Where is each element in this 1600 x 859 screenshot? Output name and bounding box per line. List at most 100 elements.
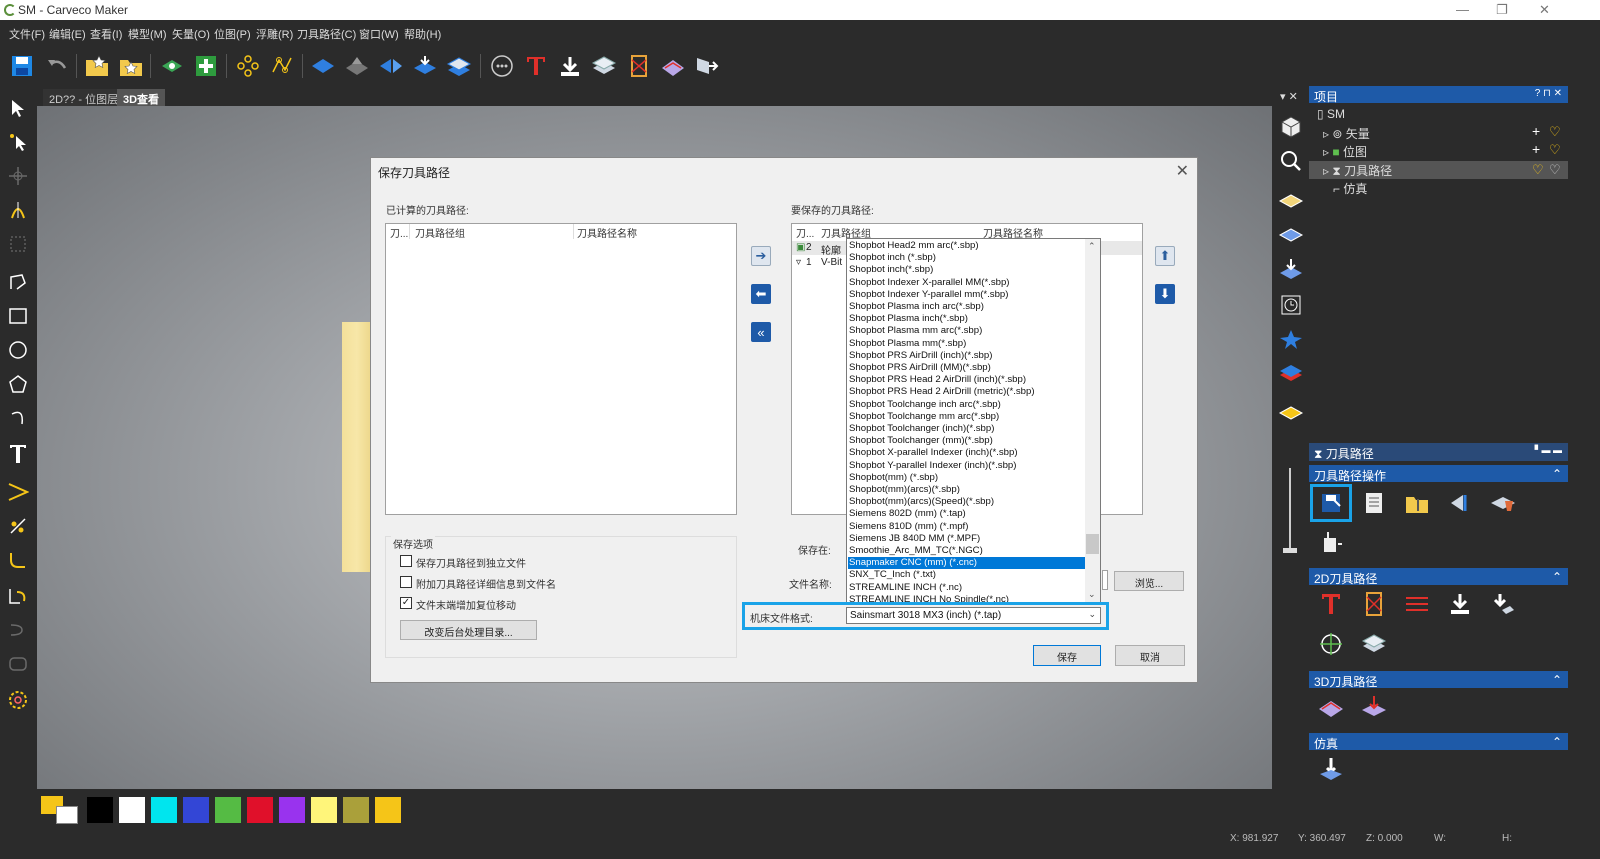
- layer-gold-icon[interactable]: [1276, 398, 1306, 428]
- polygon-icon[interactable]: [4, 370, 32, 398]
- menu-bitmap[interactable]: 位图(P): [214, 26, 251, 42]
- tab-3d-view[interactable]: 3D查看: [117, 89, 166, 106]
- save-toolpath-icon[interactable]: [556, 52, 584, 80]
- bulb-icon[interactable]: ♡: [1549, 142, 1561, 158]
- simulate-toolpath-icon[interactable]: [1314, 752, 1348, 786]
- restore-button[interactable]: ❐: [1496, 2, 1508, 18]
- dropdown-option[interactable]: Shopbot inch(*.sbp): [848, 264, 1085, 276]
- color-swatch[interactable]: [343, 797, 369, 823]
- dropdown-option[interactable]: Shopbot Toolchanger (mm)(*.sbp): [848, 435, 1085, 447]
- toolpath-sheet-icon[interactable]: [1357, 486, 1391, 520]
- transform-box-icon[interactable]: [4, 230, 32, 258]
- 2d-text-toolpath-icon[interactable]: [1314, 587, 1348, 621]
- machine-format-dropdown-list[interactable]: Shopbot Head2 mm arc(*.sbp) Shopbot inch …: [846, 238, 1101, 603]
- 2d-drill-icon[interactable]: [1443, 587, 1477, 621]
- dropdown-option[interactable]: Shopbot(mm) (*.sbp): [848, 472, 1085, 484]
- dropdown-option[interactable]: Shopbot Plasma mm arc(*.sbp): [848, 325, 1085, 337]
- 2d-lines-toolpath-icon[interactable]: [1400, 587, 1434, 621]
- color-swatch[interactable]: [119, 797, 145, 823]
- relief-stack-icon[interactable]: [411, 52, 439, 80]
- dropdown-option[interactable]: Siemens JB 840D MM (*.MPF): [848, 533, 1085, 545]
- browse-button[interactable]: 浏览...: [1114, 571, 1184, 591]
- open-folder-star-icon[interactable]: [83, 52, 111, 80]
- color-swatch[interactable]: [279, 797, 305, 823]
- dropdown-option[interactable]: Snapmaker CNC (mm) (*.cnc): [848, 557, 1085, 570]
- dropdown-option[interactable]: Shopbot Plasma inch arc(*.sbp): [848, 301, 1085, 313]
- layer-blue-icon[interactable]: [1276, 220, 1306, 250]
- option-checkbox[interactable]: ✓: [400, 597, 412, 609]
- dialog-close-button[interactable]: ✕: [1176, 161, 1189, 181]
- dropdown-option[interactable]: Shopbot inch (*.sbp): [848, 252, 1085, 264]
- relief-blue-icon[interactable]: [309, 52, 337, 80]
- gear-dashed-icon[interactable]: [4, 686, 32, 714]
- color-swatch[interactable]: [247, 797, 273, 823]
- menu-file[interactable]: 文件(F): [9, 26, 45, 42]
- open-toolpath-icon[interactable]: [1400, 486, 1434, 520]
- dropdown-option[interactable]: Shopbot Y-parallel Indexer (inch)(*.sbp): [848, 460, 1085, 472]
- mirror-icon[interactable]: [4, 196, 32, 224]
- text-icon[interactable]: [4, 440, 32, 468]
- section-simulation[interactable]: 仿真 ⌃: [1309, 733, 1568, 751]
- close-window-button[interactable]: ✕: [1539, 2, 1550, 18]
- dropdown-option[interactable]: Shopbot Indexer X-parallel MM(*.sbp): [848, 277, 1085, 289]
- column-header[interactable]: 刀...: [796, 225, 814, 240]
- tree-item-bitmap[interactable]: ▹ ■ 位图: [1323, 143, 1367, 160]
- layer-yellow-icon[interactable]: [1276, 186, 1306, 216]
- section-toolpath-ops[interactable]: 刀具路径操作 ⌃: [1309, 465, 1568, 483]
- move-icon[interactable]: [4, 162, 32, 190]
- remove-all-toolpaths-button[interactable]: «: [751, 322, 771, 342]
- dropdown-option[interactable]: Shopbot PRS Head 2 AirDrill (inch)(*.sbp…: [848, 374, 1085, 386]
- computed-toolpaths-list[interactable]: 刀... 刀具路径组 刀具路径名称: [385, 223, 737, 515]
- vector-tool-icon[interactable]: [4, 478, 32, 506]
- color-swatch[interactable]: [87, 797, 113, 823]
- export-machine-icon[interactable]: [693, 52, 721, 80]
- join-icon[interactable]: [4, 616, 32, 644]
- column-header[interactable]: 刀...: [390, 225, 408, 240]
- 3d-toolpath-icon[interactable]: [659, 52, 687, 80]
- zoom-fit-icon[interactable]: [1276, 146, 1306, 176]
- save-button[interactable]: 保存: [1033, 645, 1101, 666]
- node-edit-icon[interactable]: [234, 52, 262, 80]
- tree-item-toolpath[interactable]: ▹ ⧗ 刀具路径: [1323, 162, 1392, 179]
- circle-icon[interactable]: [4, 336, 32, 364]
- move-down-button[interactable]: ⬇: [1155, 284, 1175, 304]
- offset-icon[interactable]: [4, 582, 32, 610]
- menu-window[interactable]: 窗口(W): [359, 26, 399, 42]
- layer-green-icon[interactable]: [158, 52, 186, 80]
- secondary-color-swatch[interactable]: [56, 806, 78, 824]
- dropdown-option[interactable]: Siemens 802D (mm) (*.tap): [848, 508, 1085, 520]
- curve-nodes-icon[interactable]: [268, 52, 296, 80]
- dropdown-option[interactable]: Shopbot Plasma inch(*.sbp): [848, 313, 1085, 325]
- dropdown-option[interactable]: Smoothie_Arc_MM_TC(*.NGC): [848, 545, 1085, 557]
- dropdown-option[interactable]: STREAMLINE INCH (*.nc): [848, 582, 1085, 594]
- add-toolpath-button[interactable]: ➔: [751, 246, 771, 266]
- dropdown-scrollbar[interactable]: ⌃ ⌄: [1085, 239, 1100, 602]
- section-2d-toolpath[interactable]: 2D刀具路径 ⌃: [1309, 568, 1568, 586]
- 2d-profile-stack-icon[interactable]: [1357, 627, 1391, 661]
- dropdown-option[interactable]: Shopbot Head2 mm arc(*.sbp): [848, 240, 1085, 252]
- dropdown-option[interactable]: Shopbot Toolchange inch arc(*.sbp): [848, 399, 1085, 411]
- menu-relief[interactable]: 浮雕(R): [256, 26, 293, 42]
- add-vector-icon[interactable]: +: [1532, 123, 1540, 139]
- dropdown-option[interactable]: Shopbot Toolchanger (inch)(*.sbp): [848, 423, 1085, 435]
- change-processing-dir-button[interactable]: 改变后台处理目录...: [400, 620, 537, 640]
- scroll-down-icon[interactable]: ⌄: [1088, 589, 1096, 600]
- option-checkbox[interactable]: [400, 576, 412, 588]
- toolpath-machine-icon[interactable]: [1314, 526, 1348, 560]
- dropdown-option[interactable]: Shopbot PRS AirDrill (MM)(*.sbp): [848, 362, 1085, 374]
- menu-view[interactable]: 查看(I): [90, 26, 122, 42]
- clock-view-icon[interactable]: [1276, 290, 1306, 320]
- relief-grey-icon[interactable]: [343, 52, 371, 80]
- hatch-toolpath-icon[interactable]: [625, 52, 653, 80]
- dropdown-option[interactable]: Shopbot PRS Head 2 AirDrill (metric)(*.s…: [848, 386, 1085, 398]
- tree-root[interactable]: ▯ SM: [1317, 107, 1345, 121]
- save-icon[interactable]: [8, 52, 36, 80]
- section-3d-toolpath[interactable]: 3D刀具路径 ⌃: [1309, 671, 1568, 689]
- rectangle-icon[interactable]: [4, 302, 32, 330]
- dropdown-option[interactable]: Shopbot X-parallel Indexer (inch)(*.sbp): [848, 447, 1085, 459]
- star-blue-icon[interactable]: [1276, 324, 1306, 354]
- 2d-drill-pattern-icon[interactable]: [1314, 627, 1348, 661]
- color-swatch[interactable]: [311, 797, 337, 823]
- dropdown-option[interactable]: Shopbot Indexer Y-parallel mm(*.sbp): [848, 289, 1085, 301]
- toolpath-material-icon[interactable]: [1486, 486, 1520, 520]
